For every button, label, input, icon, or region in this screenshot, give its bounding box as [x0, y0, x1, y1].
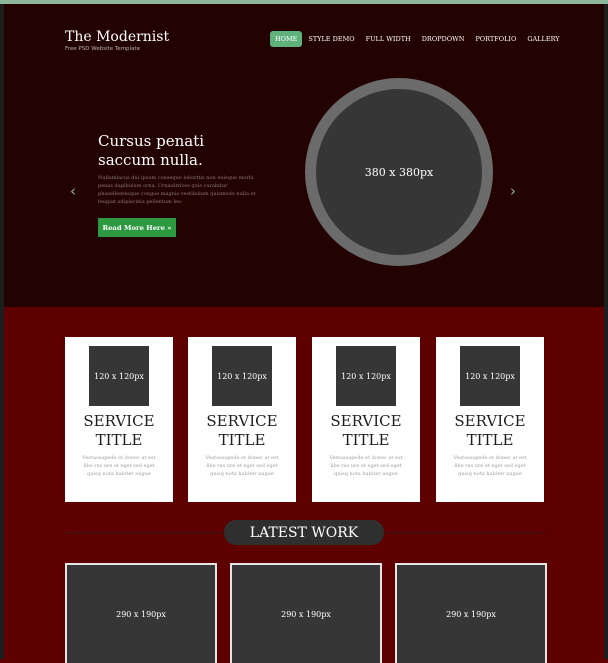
service-title: SERVICE TITLE	[206, 412, 278, 449]
work-image-label: 290 x 190px	[116, 609, 166, 619]
work-thumbnail[interactable]: 290 x 190px	[395, 563, 547, 663]
service-image-placeholder: 120 x 120px	[212, 346, 272, 406]
hero-image-placeholder: 380 x 380px	[305, 78, 493, 266]
service-image-label: 120 x 120px	[217, 371, 267, 381]
slider-next-arrow-icon[interactable]: ›	[510, 183, 520, 199]
service-image-label: 120 x 120px	[94, 371, 144, 381]
latest-work-heading: LATEST WORK	[224, 520, 384, 545]
service-image-placeholder: 120 x 120px	[460, 346, 520, 406]
hero-description: Nullamlacus dui ipsum conseque loborttis…	[98, 175, 256, 205]
service-image-placeholder: 120 x 120px	[89, 346, 149, 406]
slider-prev-arrow-icon[interactable]: ‹	[70, 183, 80, 199]
service-title: SERVICE TITLE	[454, 412, 526, 449]
service-image-placeholder: 120 x 120px	[336, 346, 396, 406]
service-image-label: 120 x 120px	[341, 371, 391, 381]
nav-full-width[interactable]: Full Width	[361, 31, 416, 47]
service-image-label: 120 x 120px	[465, 371, 515, 381]
service-description: Vestassapede et donec at est libe ras ur…	[205, 455, 279, 477]
service-card: 120 x 120px SERVICE TITLE Vestassapede e…	[65, 337, 173, 502]
nav-home[interactable]: Home	[270, 31, 303, 47]
nav-style-demo[interactable]: Style Demo	[303, 31, 359, 47]
window-frame-right	[604, 4, 608, 659]
nav-dropdown[interactable]: Dropdown	[417, 31, 470, 47]
service-description: Vestassapede et donec at est libe ras ur…	[329, 455, 403, 477]
nav-portfolio[interactable]: Portfolio	[470, 31, 521, 47]
site-tagline: Free PSD Website Template	[65, 46, 140, 52]
read-more-button[interactable]: Read More Here »	[98, 218, 176, 237]
nav-gallery[interactable]: Gallery	[522, 31, 564, 47]
hero-image-label: 380 x 380px	[364, 165, 434, 179]
work-image-label: 290 x 190px	[281, 609, 331, 619]
work-thumbnail[interactable]: 290 x 190px	[65, 563, 217, 663]
service-card: 120 x 120px SERVICE TITLE Vestassapede e…	[188, 337, 296, 502]
work-image-label: 290 x 190px	[446, 609, 496, 619]
service-card: 120 x 120px SERVICE TITLE Vestassapede e…	[312, 337, 420, 502]
service-card: 120 x 120px SERVICE TITLE Vestassapede e…	[436, 337, 544, 502]
service-description: Vestassapede et donec at est libe ras ur…	[453, 455, 527, 477]
site-logo[interactable]: The Modernist	[65, 29, 169, 45]
service-title: SERVICE TITLE	[330, 412, 402, 449]
services-section: 120 x 120px SERVICE TITLE Vestassapede e…	[65, 337, 545, 502]
work-thumbnail[interactable]: 290 x 190px	[230, 563, 382, 663]
service-description: Vestassapede et donec at est libe ras ur…	[82, 455, 156, 477]
hero-heading: Cursus penati saccum nulla.	[98, 132, 205, 169]
service-title: SERVICE TITLE	[83, 412, 155, 449]
main-navigation: Home Style Demo Full Width Dropdown Port…	[270, 31, 566, 47]
